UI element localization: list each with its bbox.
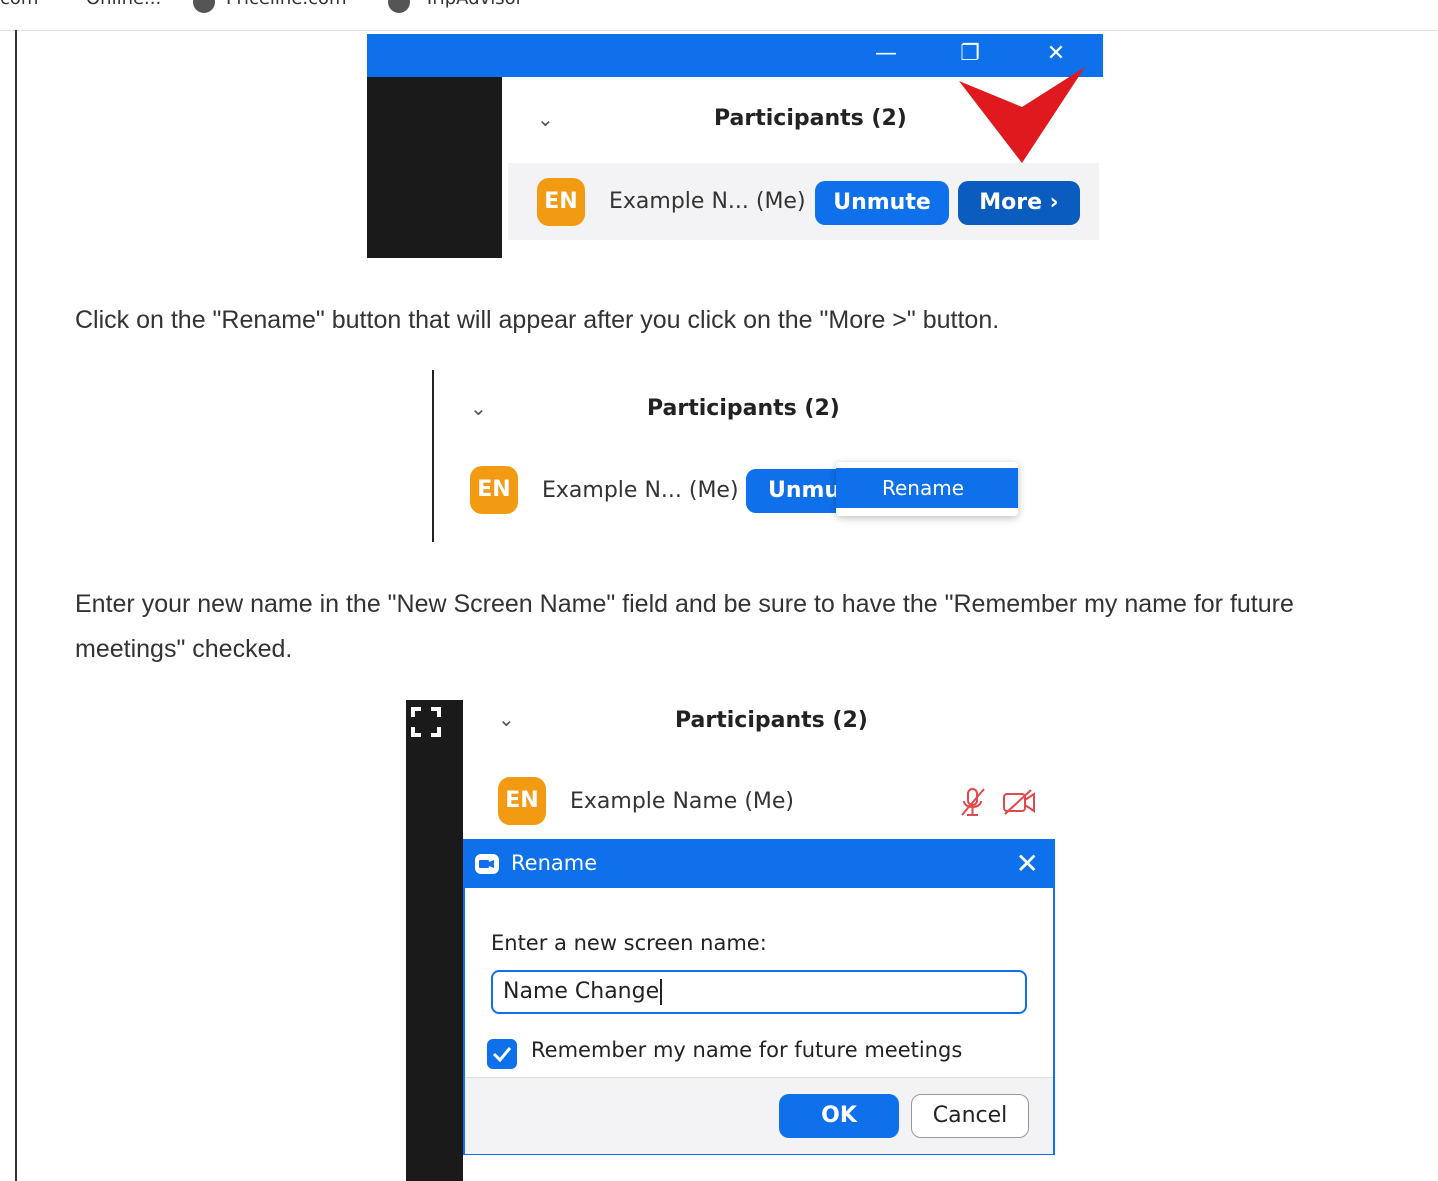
avatar: EN <box>470 466 518 514</box>
remember-name-label[interactable]: Remember my name for future meetings <box>531 1038 962 1062</box>
chevron-down-icon[interactable]: ⌄ <box>537 107 554 131</box>
panel-divider <box>432 370 434 542</box>
content-left-border <box>15 30 17 1181</box>
bookmark-2[interactable]: Online... <box>86 0 161 9</box>
bookmark-1[interactable]: com <box>0 0 38 9</box>
bookmark-3[interactable]: Priceline.com <box>226 0 347 9</box>
screen-name-input[interactable]: Name Change <box>491 970 1027 1014</box>
bookmark-4[interactable]: TripAdvisor <box>424 0 523 9</box>
participant-name: Example N... (Me) <box>542 478 739 503</box>
avatar: EN <box>498 777 546 825</box>
rename-dialog: Rename ✕ Enter a new screen name: Name C… <box>463 839 1055 1155</box>
checkmark-icon <box>492 1047 512 1063</box>
video-panel <box>367 77 502 258</box>
globe-icon <box>388 0 410 13</box>
ok-button[interactable]: OK <box>779 1094 899 1138</box>
more-button[interactable]: More › <box>958 181 1080 225</box>
fullscreen-icon[interactable] <box>410 706 442 738</box>
zoom-logo-icon <box>475 854 499 874</box>
screen-name-value: Name Change <box>503 979 660 1004</box>
dialog-footer: OK Cancel <box>465 1077 1053 1154</box>
dialog-title: Rename <box>511 851 598 875</box>
zoom-participants-screenshot-1: — ❐ ✕ ⌄ Participants (2) EN Example N...… <box>367 34 1103 258</box>
zoom-rename-screenshot: ⌄ Participants (2) EN Example Name (Me) … <box>406 700 1064 1181</box>
red-arrow-icon <box>959 67 1085 163</box>
participants-title: Participants (2) <box>675 708 868 733</box>
screen-name-label: Enter a new screen name: <box>491 931 767 955</box>
video-off-icon <box>1003 789 1035 815</box>
remember-name-checkbox[interactable] <box>487 1039 517 1069</box>
participants-title: Participants (2) <box>714 106 907 131</box>
participant-name: Example Name (Me) <box>570 789 795 814</box>
more-dropdown-menu: Rename <box>836 462 1018 516</box>
chevron-down-icon[interactable]: ⌄ <box>470 396 487 420</box>
rename-menu-item[interactable]: Rename <box>836 468 1018 508</box>
instruction-text-2: Enter your new name in the "New Screen N… <box>75 590 1294 663</box>
participant-name: Example N... (Me) <box>609 189 806 214</box>
video-panel <box>406 700 463 1181</box>
chevron-down-icon[interactable]: ⌄ <box>498 707 515 731</box>
zoom-participants-screenshot-2: ⌄ Participants (2) EN Example N... (Me) … <box>432 370 1032 542</box>
globe-icon <box>193 0 215 13</box>
microphone-muted-icon <box>961 788 985 816</box>
minimize-button[interactable]: — <box>861 34 911 77</box>
participants-title: Participants (2) <box>647 396 840 421</box>
dialog-titlebar: Rename ✕ <box>465 841 1053 888</box>
cancel-button[interactable]: Cancel <box>911 1094 1029 1138</box>
text-cursor <box>660 979 663 1005</box>
instruction-text-1: Click on the "Rename" button that will a… <box>75 306 1000 334</box>
bookmarks-bar: com Online... Priceline.com TripAdvisor <box>0 0 1438 31</box>
close-icon[interactable]: ✕ <box>1016 847 1039 880</box>
unmute-button[interactable]: Unmute <box>815 181 949 225</box>
avatar: EN <box>537 178 585 226</box>
